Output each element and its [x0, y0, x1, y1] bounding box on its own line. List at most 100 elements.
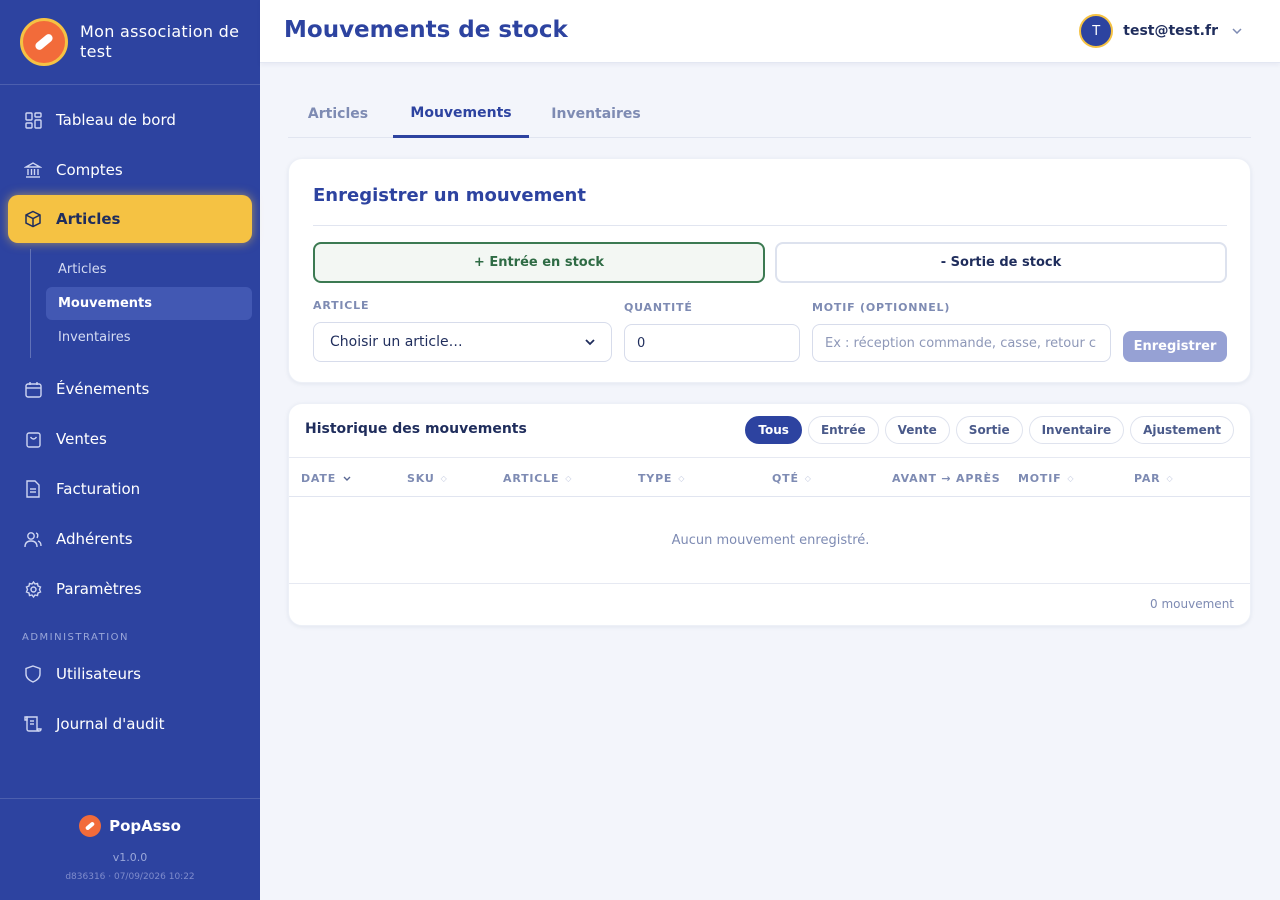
column-header-motif[interactable]: MOTIF ◇: [1018, 458, 1074, 498]
app-brand: PopAsso: [0, 815, 260, 837]
app-version: v1.0.0: [112, 851, 148, 864]
org-logo: [20, 18, 68, 66]
subnav-item-mouvements[interactable]: Mouvements: [46, 287, 252, 320]
users-icon: [24, 530, 42, 548]
user-menu[interactable]: T test@test.fr: [1079, 14, 1242, 48]
filter-chip-entry[interactable]: Entrée: [807, 416, 879, 444]
box-icon: [24, 210, 42, 228]
scroll-icon: [24, 715, 42, 733]
nav-item-members[interactable]: Adhérents: [0, 514, 260, 564]
column-header-before-after: AVANT → APRÈS: [892, 458, 1001, 498]
articles-subnav: Articles Mouvements Inventaires: [30, 249, 260, 358]
column-header-quantity[interactable]: QTÉ ◇: [772, 458, 812, 498]
nav-item-label: Journal d'audit: [56, 715, 165, 733]
sort-icon: ◇: [1067, 473, 1075, 483]
column-label: QTÉ: [772, 471, 799, 485]
history-card: Historique des mouvements Tous Entrée Ve…: [288, 403, 1251, 626]
article-select[interactable]: Choisir un article…: [313, 322, 612, 362]
column-label: MOTIF: [1018, 471, 1062, 485]
org-name: Mon association de test: [80, 22, 240, 61]
column-header-by[interactable]: PAR ◇: [1134, 458, 1173, 498]
column-label: SKU: [407, 471, 435, 485]
sort-icon: ◇: [678, 473, 686, 483]
motif-label: MOTIF (OPTIONNEL): [812, 301, 951, 314]
nav-item-label: Tableau de bord: [56, 111, 176, 129]
article-label: ARTICLE: [313, 299, 370, 312]
nav-item-label: Événements: [56, 380, 150, 398]
top-header: Mouvements de stock T test@test.fr: [260, 0, 1280, 63]
column-header-type[interactable]: TYPE ◇: [638, 458, 685, 498]
save-button[interactable]: Enregistrer: [1123, 331, 1227, 362]
column-header-date[interactable]: DATE: [301, 458, 351, 498]
stock-tabs: Articles Mouvements Inventaires: [288, 90, 1251, 138]
bank-icon: [24, 161, 42, 179]
dashboard-icon: [24, 111, 42, 129]
filter-chip-adjustment[interactable]: Ajustement: [1130, 416, 1234, 444]
nav-item-accounts[interactable]: Comptes: [0, 145, 260, 195]
nav-item-audit-log[interactable]: Journal d'audit: [0, 699, 260, 749]
app-logo: [79, 815, 102, 837]
nav-item-label: Ventes: [56, 430, 107, 448]
app-build: d836316 · 07/09/2026 10:22: [65, 872, 195, 882]
nav-item-label: Paramètres: [56, 580, 142, 598]
subnav-item-inventaires[interactable]: Inventaires: [46, 321, 252, 354]
history-title: Historique des mouvements: [305, 421, 527, 437]
app-name: PopAsso: [109, 817, 181, 835]
column-label: PAR: [1134, 471, 1161, 485]
shopping-bag-icon: [24, 430, 42, 448]
calendar-icon: [24, 380, 42, 398]
stock-exit-button[interactable]: - Sortie de stock: [775, 242, 1227, 283]
divider: [313, 225, 1227, 226]
nav-item-label: Adhérents: [56, 530, 133, 548]
type-filters: Tous Entrée Vente Sortie Inventaire Ajus…: [739, 416, 1234, 444]
stock-entry-button[interactable]: + Entrée en stock: [313, 242, 765, 283]
nav-item-label: Utilisateurs: [56, 665, 141, 683]
empty-state: Aucun mouvement enregistré.: [289, 497, 1250, 584]
column-label: AVANT → APRÈS: [892, 471, 1001, 485]
shield-icon: [24, 665, 42, 683]
avatar: T: [1079, 14, 1114, 48]
column-header-article[interactable]: ARTICLE ◇: [503, 458, 572, 498]
nav-item-articles[interactable]: Articles: [8, 195, 252, 243]
nav-item-dashboard[interactable]: Tableau de bord: [0, 95, 260, 145]
column-header-sku[interactable]: SKU ◇: [407, 458, 448, 498]
tab-articles[interactable]: Articles: [288, 90, 388, 138]
movement-form-card: Enregistrer un mouvement + Entrée en sto…: [288, 158, 1251, 383]
sidebar-footer: PopAsso v1.0.0 d836316 · 07/09/2026 10:2…: [0, 798, 260, 900]
nav-item-label: Facturation: [56, 480, 141, 498]
main-nav: Tableau de bord Comptes Articles Article…: [0, 85, 260, 749]
motif-input[interactable]: [812, 324, 1111, 362]
article-select-value: Choisir un article…: [330, 334, 463, 350]
column-label: DATE: [301, 471, 337, 485]
nav-item-sales[interactable]: Ventes: [0, 414, 260, 464]
filter-chip-exit[interactable]: Sortie: [955, 416, 1023, 444]
page-title: Mouvements de stock: [284, 17, 568, 43]
filter-chip-sale[interactable]: Vente: [884, 416, 950, 444]
quantity-input[interactable]: [624, 324, 800, 362]
filter-chip-all[interactable]: Tous: [745, 416, 802, 444]
table-header: DATE SKU ◇ ARTICLE ◇ TYPE ◇ QTÉ ◇ AVANT …: [289, 457, 1250, 498]
nav-item-users[interactable]: Utilisateurs: [0, 649, 260, 699]
nav-item-events[interactable]: Événements: [0, 364, 260, 414]
nav-item-label: Comptes: [56, 161, 123, 179]
user-email: test@test.fr: [1123, 23, 1218, 39]
tab-mouvements[interactable]: Mouvements: [393, 90, 529, 138]
tab-inventaires[interactable]: Inventaires: [540, 90, 652, 138]
quantity-label: QUANTITÉ: [624, 301, 693, 314]
filter-chip-inventory[interactable]: Inventaire: [1028, 416, 1125, 444]
subnav-item-articles[interactable]: Articles: [46, 253, 252, 286]
column-label: ARTICLE: [503, 471, 560, 485]
invoice-icon: [24, 480, 42, 498]
chevron-down-icon: [1232, 28, 1242, 34]
nav-item-billing[interactable]: Facturation: [0, 464, 260, 514]
chevron-down-icon: [585, 338, 595, 346]
gear-icon: [24, 580, 42, 598]
sort-icon: ◇: [440, 473, 448, 483]
sidebar: Mon association de test Tableau de bord …: [0, 0, 260, 900]
movement-count: 0 mouvement: [1150, 597, 1234, 611]
sort-icon: ◇: [565, 473, 573, 483]
org-brand[interactable]: Mon association de test: [0, 0, 260, 85]
admin-section-label: ADMINISTRATION: [22, 632, 130, 643]
nav-item-settings[interactable]: Paramètres: [0, 564, 260, 614]
sort-icon: ◇: [1166, 473, 1174, 483]
